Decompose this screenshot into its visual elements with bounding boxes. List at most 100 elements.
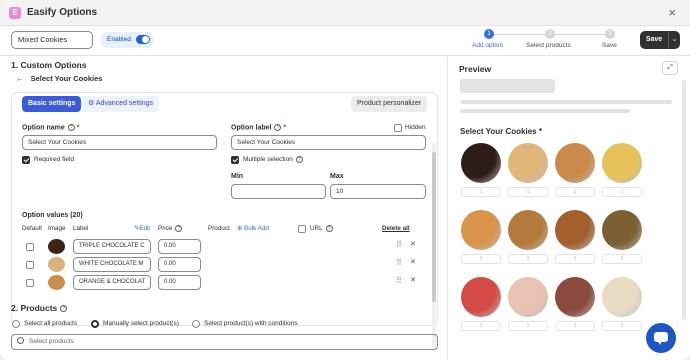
back-row[interactable]: ← Select Your Cookies	[16, 74, 102, 83]
required-asterisk: *	[538, 127, 542, 136]
multiple-selection-text: Multiple selection	[243, 156, 293, 164]
cookie-option-image[interactable]	[602, 277, 642, 317]
required-field-checkbox[interactable]	[22, 156, 30, 164]
quantity-input[interactable]: 1	[602, 254, 642, 264]
radio-select-all[interactable]	[12, 320, 20, 328]
default-checkbox[interactable]	[26, 279, 34, 287]
quantity-input[interactable]: 1	[555, 254, 595, 264]
tab-product-personalizer[interactable]: Product personalizer	[351, 96, 428, 112]
hidden-checkbox[interactable]	[394, 124, 402, 132]
help-icon[interactable]: ?	[175, 225, 183, 232]
help-icon[interactable]: ?	[67, 124, 75, 131]
default-checkbox[interactable]	[26, 261, 34, 269]
url-checkbox[interactable]	[298, 225, 306, 233]
multiple-selection-checkbox[interactable]	[231, 156, 239, 164]
save-dropdown-icon[interactable]: ⌄	[668, 31, 680, 49]
cookie-option-image[interactable]	[461, 277, 501, 317]
option-label-input[interactable]: Select Your Cookies	[231, 135, 426, 150]
max-input[interactable]: 10	[330, 184, 426, 199]
chat-bubble-icon[interactable]	[646, 323, 676, 353]
cookie-option-image[interactable]	[508, 210, 548, 250]
delete-row-icon[interactable]: ✕	[410, 276, 416, 284]
step-1-label: Add option	[472, 42, 504, 49]
cookie-option-image[interactable]	[602, 210, 642, 250]
cookie-option-image[interactable]	[555, 143, 595, 183]
step-3-dot[interactable]: 3	[605, 29, 615, 39]
drag-handle-icon[interactable]: ⠿	[396, 258, 402, 267]
quantity-input[interactable]: 1	[555, 321, 595, 331]
option-label-label: Option label? *	[231, 124, 286, 131]
enabled-toggle[interactable]	[136, 35, 150, 44]
tab-advanced-settings[interactable]: ⚙ Advanced settings	[82, 96, 160, 112]
quantity-input[interactable]: 1	[508, 321, 548, 331]
radio-manual-select[interactable]	[91, 320, 99, 328]
value-label-input[interactable]: WHITE CHOCOLATE M	[73, 257, 151, 272]
editor-panel: 1. Custom Options ← Select Your Cookies …	[0, 57, 446, 360]
app-window: E Easify Options × Mixed Cookies Enabled…	[0, 0, 690, 360]
quantity-input[interactable]: 1	[508, 254, 548, 264]
value-price-input[interactable]: 0.00	[158, 257, 201, 272]
delete-row-icon[interactable]: ✕	[410, 240, 416, 248]
cookie-option-image[interactable]	[461, 143, 501, 183]
value-price-input[interactable]: 0.00	[158, 275, 201, 290]
delete-row-icon[interactable]: ✕	[410, 258, 416, 266]
min-input[interactable]	[231, 184, 326, 199]
enabled-label: Enabled	[107, 36, 131, 43]
cookie-thumbnail	[48, 257, 65, 272]
step-2-dot[interactable]: 2	[545, 29, 555, 39]
hidden-label: Hidden	[405, 124, 426, 131]
value-price-input[interactable]: 0.00	[158, 239, 201, 254]
bulk-add-link[interactable]: ⊕ Bulk Add	[237, 225, 269, 232]
quantity-input[interactable]: 1	[555, 187, 595, 197]
search-icon	[17, 337, 24, 344]
tab-basic-settings[interactable]: Basic settings	[22, 96, 82, 112]
back-title: Select Your Cookies	[30, 74, 103, 83]
quantity-input[interactable]: 1	[461, 187, 501, 197]
cookie-thumbnail	[48, 239, 65, 254]
edit-link[interactable]: ✎Edit	[134, 225, 150, 232]
drag-handle-icon[interactable]: ⠿	[396, 240, 402, 249]
quantity-input[interactable]: 1	[461, 321, 501, 331]
custom-options-heading: 1. Custom Options	[11, 60, 87, 70]
cookie-option-image[interactable]	[602, 143, 642, 183]
quantity-input[interactable]: 1	[508, 187, 548, 197]
card-scrollbar-thumb[interactable]	[432, 152, 436, 302]
default-checkbox[interactable]	[26, 243, 34, 251]
close-icon[interactable]: ×	[668, 5, 676, 20]
min-label: Min	[231, 173, 244, 180]
option-label-label-text: Option label	[231, 124, 272, 132]
multiple-selection-label: Multiple selection?	[243, 156, 303, 163]
cookie-option-image[interactable]	[508, 277, 548, 317]
cookie-option-image[interactable]	[508, 143, 548, 183]
quantity-input[interactable]: 1	[602, 187, 642, 197]
preview-panel: Preview ⤢ Select Your Cookies * 11111111…	[447, 57, 690, 360]
value-label-input[interactable]: TRIPLE CHOCOLATE C	[73, 239, 151, 254]
option-name-input[interactable]: Select Your Cookies	[22, 135, 217, 150]
plus-circle-icon: ⊕	[237, 225, 243, 232]
drag-handle-icon[interactable]: ⠿	[396, 276, 402, 285]
help-icon[interactable]: ?	[274, 124, 282, 131]
value-label-input[interactable]: ORANGE & CHOCOLAT	[73, 275, 151, 290]
skeleton-line	[460, 109, 630, 113]
cookie-option-image[interactable]	[555, 277, 595, 317]
required-asterisk: *	[283, 124, 287, 132]
step-1-dot[interactable]: 1	[484, 29, 494, 39]
expand-icon[interactable]: ⤢	[662, 61, 678, 75]
step-2-label: Select products	[526, 42, 571, 49]
preview-scrollbar[interactable]	[682, 80, 686, 320]
cookie-option-image[interactable]	[461, 210, 501, 250]
help-icon[interactable]: ?	[325, 225, 333, 232]
cookie-option-image[interactable]	[555, 210, 595, 250]
app-logo-icon: E	[9, 7, 21, 19]
delete-all-link[interactable]: Delete all	[382, 225, 410, 232]
option-set-name-input[interactable]: Mixed Cookies	[11, 31, 93, 49]
back-arrow-icon[interactable]: ←	[16, 74, 24, 83]
option-values-heading: Option values (20)	[22, 212, 83, 219]
quantity-input[interactable]: 1	[461, 254, 501, 264]
product-search-input[interactable]: Select products	[11, 334, 438, 350]
save-button[interactable]: Save	[640, 31, 668, 49]
help-icon[interactable]: ?	[60, 305, 68, 313]
help-icon[interactable]: ?	[295, 156, 303, 163]
quantity-input[interactable]: 1	[602, 321, 642, 331]
radio-conditions[interactable]	[192, 320, 200, 328]
